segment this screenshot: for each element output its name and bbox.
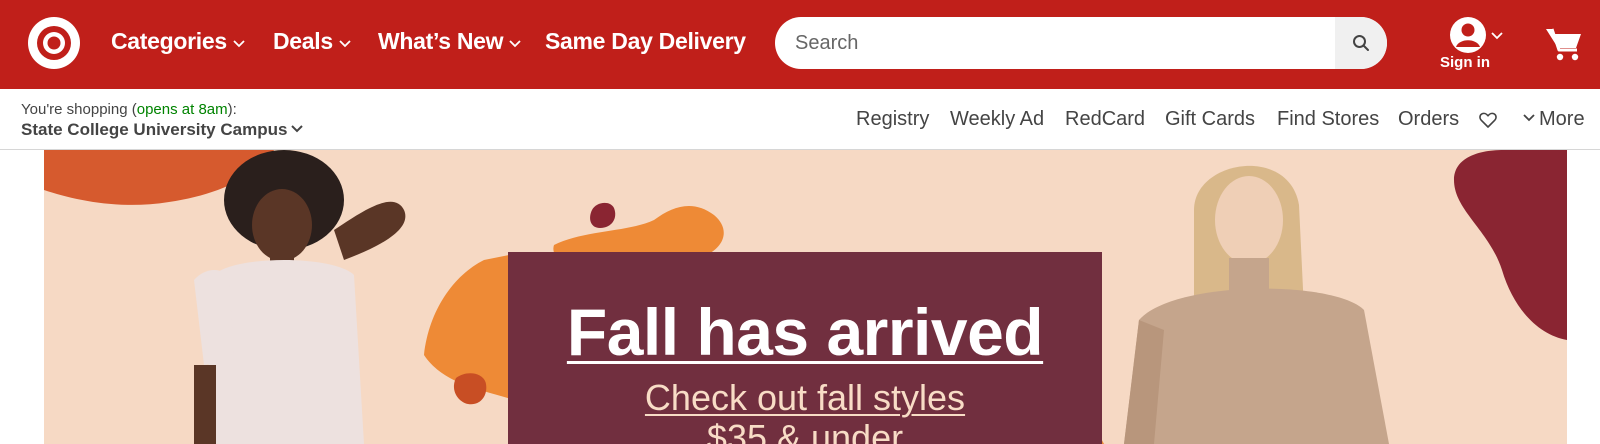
sign-in-label: Sign in [1440,54,1490,71]
account-menu[interactable]: Sign in [1435,14,1515,74]
right-model-image [1124,165,1389,444]
link-redcard[interactable]: RedCard [1065,108,1145,131]
nav-categories[interactable]: Categories [111,28,245,55]
search-button[interactable] [1335,17,1387,69]
more-label: More [1539,108,1585,130]
nav-deals-label: Deals [273,28,333,54]
chevron-down-icon [1491,32,1503,40]
more-menu-button[interactable]: More [1523,108,1585,131]
store-status-line: You're shopping (opens at 8am): [21,101,237,118]
link-gift-cards[interactable]: Gift Cards [1165,108,1255,131]
chevron-down-icon [339,40,351,48]
link-orders[interactable]: Orders [1398,108,1459,131]
chevron-down-icon [291,125,304,133]
shopping-cart-icon [1546,28,1581,61]
promo-price-link[interactable]: $35 & under [508,417,1102,444]
store-suffix: ): [227,101,237,118]
promo-subtitle-link[interactable]: Check out fall styles [508,377,1102,419]
global-header: Categories Deals What’s New Same Day Del… [0,0,1600,89]
heart-icon [1479,112,1497,128]
store-name: State College University Campus [21,120,288,139]
chevron-down-icon [509,40,521,48]
chevron-down-icon [233,40,245,48]
chevron-down-icon [1523,114,1535,122]
link-registry[interactable]: Registry [856,108,929,131]
nav-deals[interactable]: Deals [273,28,351,55]
search-bar [775,17,1387,69]
store-selector[interactable]: State College University Campus [21,120,304,140]
search-input[interactable] [775,17,1335,69]
nav-whats-new[interactable]: What’s New [378,28,521,55]
link-find-stores[interactable]: Find Stores [1277,108,1379,131]
target-logo-icon[interactable] [28,17,80,69]
promo-title[interactable]: Fall has arrived [508,294,1102,370]
favorites-button[interactable] [1479,111,1497,134]
nav-same-day-delivery[interactable]: Same Day Delivery [545,28,746,55]
link-weekly-ad[interactable]: Weekly Ad [950,108,1044,131]
cart-button[interactable] [1545,26,1583,67]
left-model-image [194,150,406,444]
promo-box: Fall has arrived Check out fall styles $… [508,252,1102,444]
nav-same-day-delivery-label: Same Day Delivery [545,28,746,54]
store-prefix: You're shopping ( [21,101,137,118]
nav-whats-new-label: What’s New [378,28,504,54]
hero-banner[interactable]: Fall has arrived Check out fall styles $… [44,150,1567,444]
store-open-status: opens at 8am [136,101,228,118]
user-avatar-icon [1450,17,1486,53]
nav-categories-label: Categories [111,28,227,54]
utility-bar: You're shopping (opens at 8am): State Co… [0,89,1600,150]
search-icon [1353,35,1369,51]
